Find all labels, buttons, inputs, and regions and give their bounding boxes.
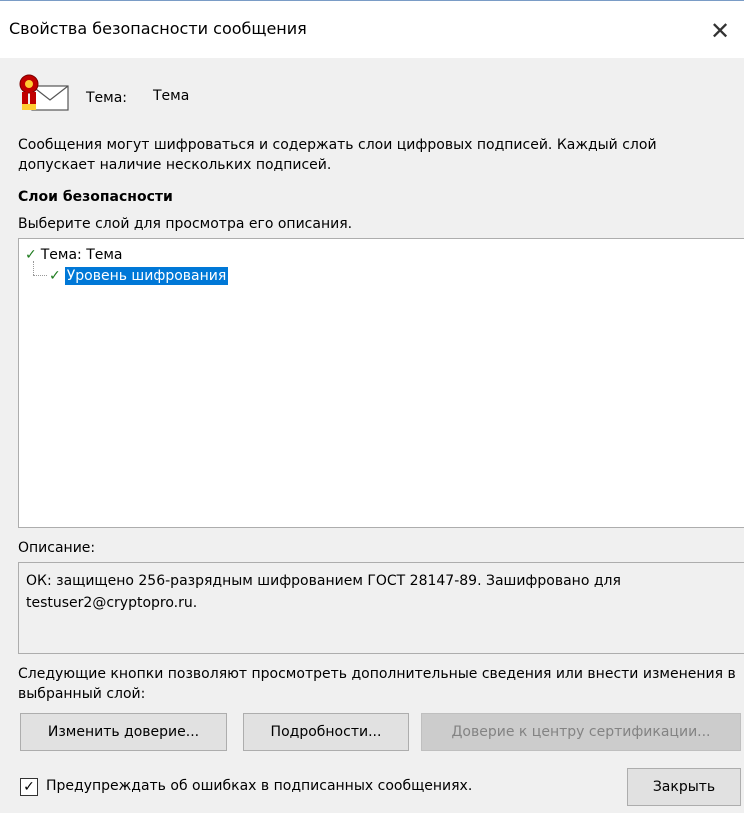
subject-label: Тема:: [86, 90, 128, 106]
certified-mail-icon: [18, 72, 72, 116]
details-button[interactable]: Подробности...: [243, 713, 409, 751]
description-text: ОК: защищено 256-разрядным шифрованием Г…: [26, 573, 621, 611]
security-layers-hint: Выберите слой для просмотра его описания…: [18, 216, 353, 232]
checkmark-icon: ✓: [23, 779, 35, 795]
intro-text: Сообщения могут шифроваться и содержать …: [18, 137, 657, 173]
close-window-button[interactable]: ✕: [696, 3, 744, 59]
warn-errors-label[interactable]: Предупреждать об ошибках в подписанных с…: [46, 778, 472, 794]
ca-trust-button[interactable]: Доверие к центру сертификации...: [421, 713, 741, 751]
description-label: Описание:: [18, 540, 96, 556]
security-layers-heading: Слои безопасности: [18, 189, 173, 205]
title-bar: Свойства безопасности сообщения ✕: [0, 0, 744, 58]
close-icon: ✕: [709, 17, 731, 45]
change-trust-button[interactable]: Изменить доверие...: [20, 713, 227, 751]
description-box: ОК: защищено 256-разрядным шифрованием Г…: [18, 562, 744, 654]
tree-connector: [33, 275, 47, 276]
security-layers-tree[interactable]: ✓ Тема: Тема ✓ Уровень шифрования: [18, 238, 744, 528]
subject-value: Тема: [153, 88, 190, 104]
tree-item-label: Уровень шифрования: [64, 267, 229, 285]
tree-item-label: Тема: Тема: [40, 247, 123, 263]
buttons-hint: Следующие кнопки позволяют просмотреть д…: [18, 666, 736, 702]
close-button[interactable]: Закрыть: [627, 768, 741, 806]
warn-errors-checkbox[interactable]: ✓: [20, 778, 38, 796]
tree-item-subject[interactable]: ✓ Тема: Тема: [25, 247, 123, 263]
tree-item-encryption-level[interactable]: ✓ Уровень шифрования: [49, 267, 229, 285]
check-icon: ✓: [49, 268, 61, 284]
tree-connector: [33, 261, 34, 275]
check-icon: ✓: [25, 247, 37, 263]
window-title: Свойства безопасности сообщения: [9, 19, 307, 38]
